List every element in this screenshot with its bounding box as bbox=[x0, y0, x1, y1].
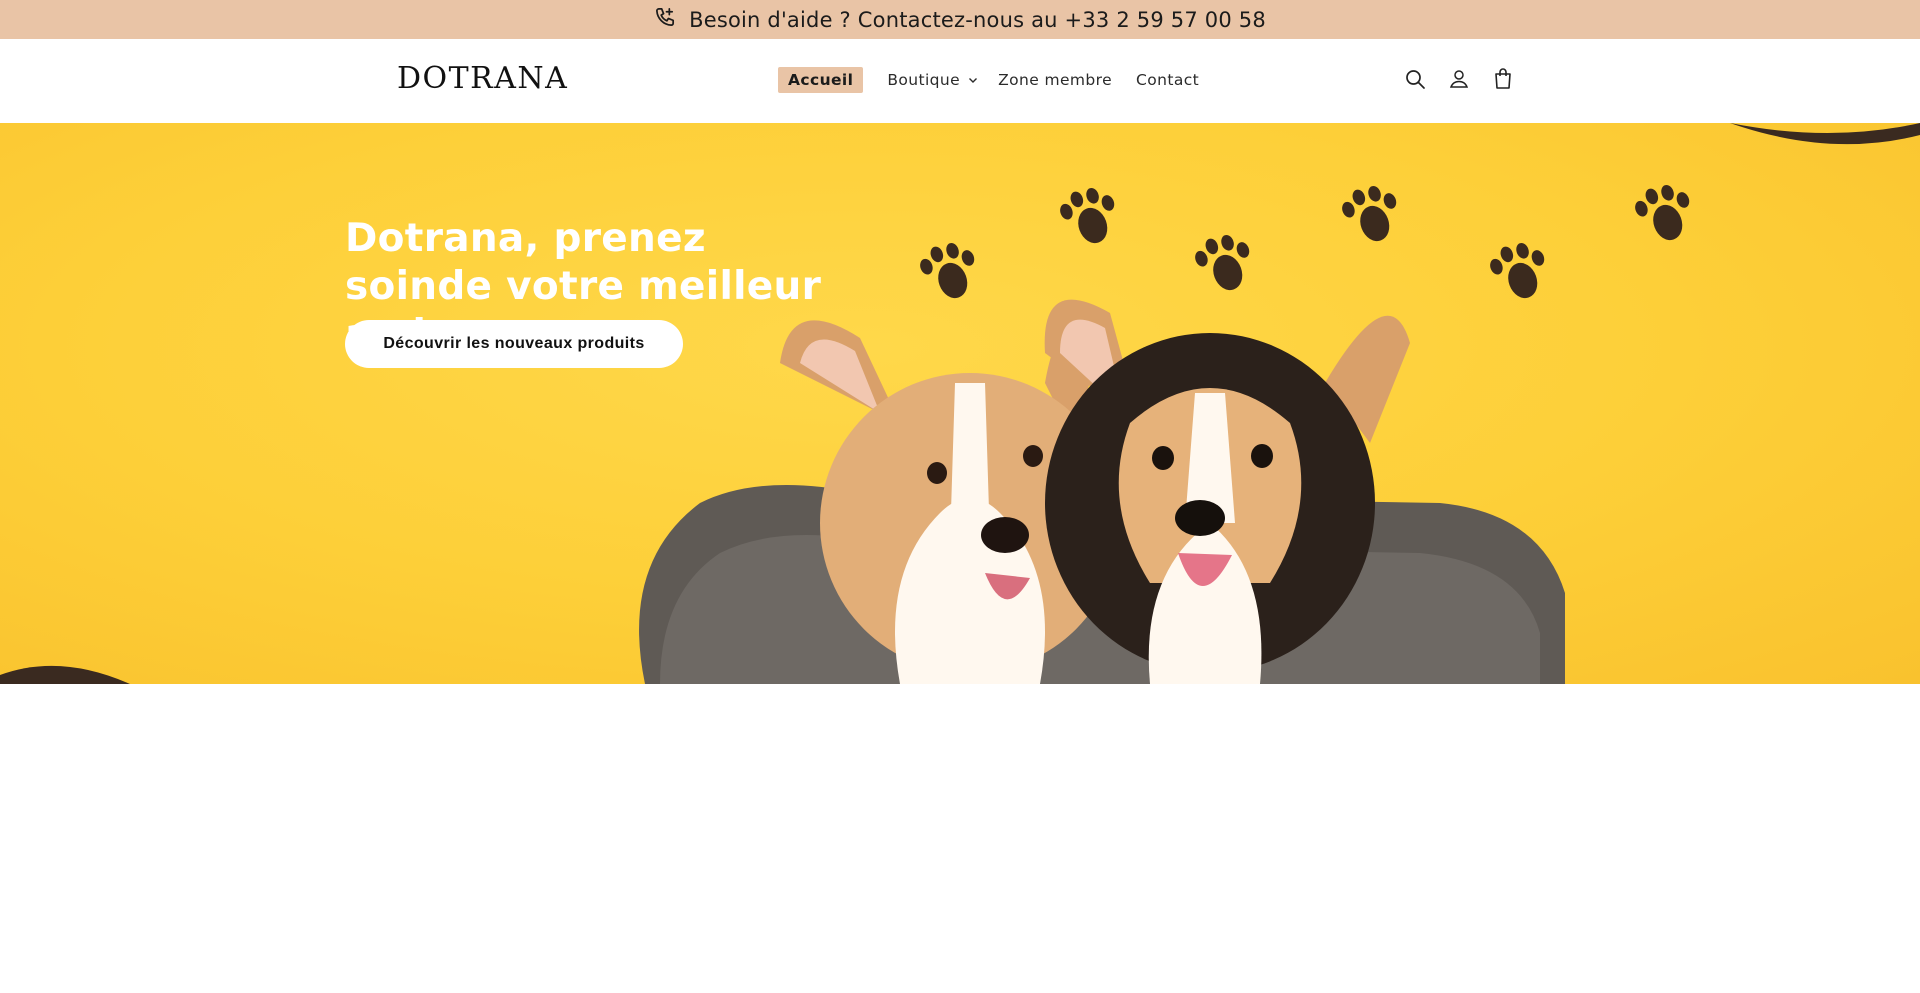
nav-item-contact[interactable]: Contact bbox=[1136, 71, 1199, 89]
nav-item-accueil[interactable]: Accueil bbox=[778, 67, 864, 93]
announcement-bar: Besoin d'aide ? Contactez-nous au +33 2 … bbox=[0, 0, 1920, 39]
header-icons bbox=[1403, 67, 1515, 91]
account-icon[interactable] bbox=[1447, 67, 1471, 91]
nav-item-zone-membre[interactable]: Zone membre bbox=[998, 71, 1112, 89]
nav-item-boutique-label: Boutique bbox=[887, 71, 961, 89]
nav-item-boutique[interactable]: Boutique bbox=[887, 71, 978, 89]
hero-banner: Dotrana, prenez soinde votre meilleur am… bbox=[0, 123, 1920, 684]
cart-icon[interactable] bbox=[1491, 67, 1515, 91]
hero-image bbox=[0, 123, 1920, 684]
phone-plus-icon bbox=[654, 6, 677, 34]
paw-icon bbox=[920, 242, 975, 299]
corner-shape bbox=[0, 665, 130, 684]
site-logo[interactable]: DOTRANA bbox=[397, 61, 568, 96]
search-icon[interactable] bbox=[1403, 67, 1427, 91]
paw-icon bbox=[1490, 242, 1545, 299]
main-nav: Accueil Boutique Zone membre Contact bbox=[778, 67, 1199, 93]
corner-shape bbox=[1730, 123, 1920, 145]
paw-icon bbox=[1195, 234, 1250, 291]
chevron-down-icon bbox=[969, 78, 978, 83]
paw-icon bbox=[1342, 185, 1397, 242]
paw-icon bbox=[1635, 184, 1690, 241]
site-header: DOTRANA Accueil Boutique Zone membre Con… bbox=[0, 39, 1920, 123]
paw-icon bbox=[1060, 187, 1115, 244]
announcement-text: Besoin d'aide ? Contactez-nous au +33 2 … bbox=[689, 7, 1266, 32]
discover-products-button[interactable]: Découvrir les nouveaux produits bbox=[345, 320, 683, 368]
